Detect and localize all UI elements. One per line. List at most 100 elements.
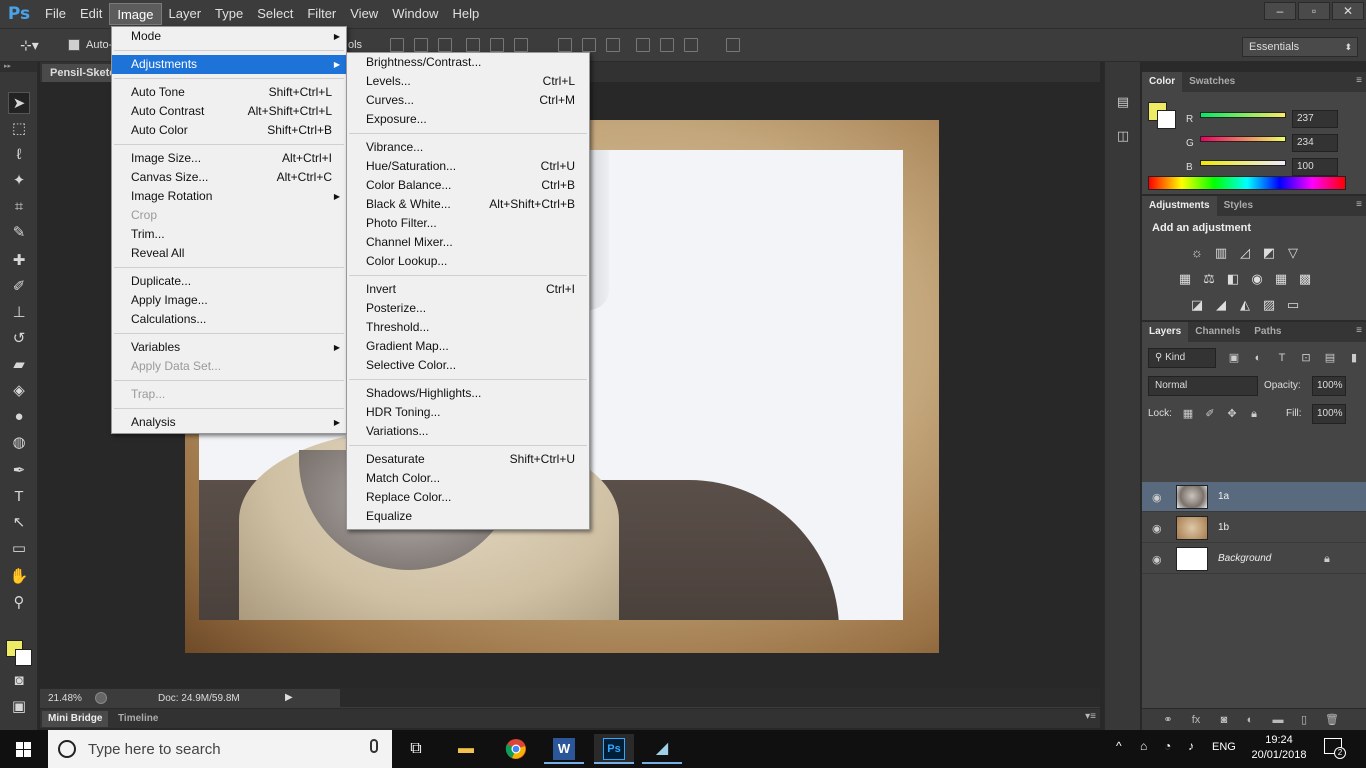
eyedropper-icon[interactable]: ✎ <box>8 222 30 244</box>
history-brush-icon[interactable]: ↺ <box>8 328 30 350</box>
menu-item-hue-saturation[interactable]: Hue/Saturation... Ctrl+U <box>347 157 589 176</box>
horizontal-scrollbar[interactable] <box>340 689 1100 707</box>
layer-row[interactable]: ◉ 1a <box>1142 482 1366 512</box>
auto-align-icon[interactable] <box>726 38 740 52</box>
lock-transparency-icon[interactable]: ▦ <box>1180 406 1196 422</box>
auto-select-checkbox[interactable] <box>68 39 80 51</box>
smart-object-filter-icon[interactable]: ▤ <box>1322 350 1338 366</box>
align-bottom-icon[interactable] <box>438 38 452 52</box>
dodge-tool-icon[interactable]: ◍ <box>8 432 30 454</box>
layer-row[interactable]: ◉ 1b <box>1142 513 1366 543</box>
lock-all-icon[interactable]: 🔒︎ <box>1246 406 1262 422</box>
menu-help[interactable]: Help <box>445 3 486 25</box>
clock[interactable]: 19:24 20/01/2018 <box>1248 733 1310 763</box>
new-layer-icon[interactable]: ▯ <box>1296 712 1312 728</box>
menu-item-posterize[interactable]: Posterize... <box>347 299 589 318</box>
menu-type[interactable]: Type <box>208 3 250 25</box>
marquee-tool-icon[interactable]: ⬚ <box>8 118 30 140</box>
menu-item-curves[interactable]: Curves... Ctrl+M <box>347 91 589 110</box>
rectangle-tool-icon[interactable]: ▭ <box>8 538 30 560</box>
distribute-bottom-icon[interactable] <box>606 38 620 52</box>
menu-item-mode[interactable]: Mode ▶ <box>112 27 346 46</box>
levels-adjustment-icon[interactable]: ▥ <box>1212 244 1230 262</box>
word-icon[interactable]: W <box>544 734 584 764</box>
crop-tool-icon[interactable]: ⌗ <box>8 196 30 218</box>
menu-item-color-balance[interactable]: Color Balance... Ctrl+B <box>347 176 589 195</box>
align-top-icon[interactable] <box>390 38 404 52</box>
type-filter-icon[interactable]: T <box>1274 350 1290 366</box>
taskbar-search-box[interactable]: Type here to search <box>48 730 392 768</box>
vibrance-adjustment-icon[interactable]: ▽ <box>1284 244 1302 262</box>
green-value-input[interactable]: 234 <box>1292 134 1338 152</box>
tab-layers[interactable]: Layers <box>1142 322 1189 342</box>
exposure-adjustment-icon[interactable]: ◩ <box>1260 244 1278 262</box>
language-indicator[interactable]: ENG <box>1212 741 1236 753</box>
zoom-tool-icon[interactable]: ⚲ <box>8 592 30 614</box>
file-explorer-icon[interactable]: ▬ <box>446 734 486 764</box>
volume-icon[interactable]: ♪ <box>1188 739 1194 753</box>
task-view-icon[interactable]: ⧉ <box>396 734 436 764</box>
add-mask-icon[interactable]: ◙ <box>1216 712 1232 728</box>
menu-item-trim[interactable]: Trim... <box>112 225 346 244</box>
panel-menu-icon[interactable]: ≡ <box>1356 199 1362 210</box>
menu-item-variations[interactable]: Variations... <box>347 422 589 441</box>
visibility-eye-icon[interactable]: ◉ <box>1152 491 1162 504</box>
red-value-input[interactable]: 237 <box>1292 110 1338 128</box>
clone-stamp-icon[interactable]: ⊥ <box>8 302 30 324</box>
menu-item-color-lookup[interactable]: Color Lookup... <box>347 252 589 271</box>
menu-filter[interactable]: Filter <box>300 3 343 25</box>
filter-toggle-icon[interactable]: ▮ <box>1346 350 1362 366</box>
menu-select[interactable]: Select <box>250 3 300 25</box>
network-icon[interactable]: ⌂ <box>1140 739 1147 753</box>
blue-slider[interactable] <box>1200 160 1286 166</box>
history-panel-icon[interactable]: ▤ <box>1113 92 1133 112</box>
brush-tool-icon[interactable]: ✐ <box>8 276 30 298</box>
lock-pixels-icon[interactable]: ✐ <box>1202 406 1218 422</box>
menu-item-shadows-highlights[interactable]: Shadows/Highlights... <box>347 384 589 403</box>
menu-item-image-size[interactable]: Image Size... Alt+Ctrl+I <box>112 149 346 168</box>
menu-item-auto-contrast[interactable]: Auto Contrast Alt+Shift+Ctrl+L <box>112 102 346 121</box>
menu-item-levels[interactable]: Levels... Ctrl+L <box>347 72 589 91</box>
delete-layer-icon[interactable]: 🗑︎ <box>1324 712 1340 728</box>
menu-item-analysis[interactable]: Analysis ▶ <box>112 413 346 432</box>
pen-tool-icon[interactable]: ✒ <box>8 460 30 482</box>
menu-item-apply-image[interactable]: Apply Image... <box>112 291 346 310</box>
menu-edit[interactable]: Edit <box>73 3 109 25</box>
tools-panel-header[interactable]: ▸▸ <box>0 62 37 72</box>
app-taskbar-icon[interactable]: ◢ <box>642 734 682 764</box>
lasso-tool-icon[interactable]: ℓ <box>8 144 30 166</box>
path-selection-icon[interactable]: ↖ <box>8 512 30 534</box>
color-balance-adjustment-icon[interactable]: ⚖ <box>1200 270 1218 288</box>
menu-item-black-white[interactable]: Black & White... Alt+Shift+Ctrl+B <box>347 195 589 214</box>
move-tool-icon[interactable]: ➤ <box>8 92 30 114</box>
new-adjustment-layer-icon[interactable]: ◐ <box>1242 712 1258 728</box>
tab-swatches[interactable]: Swatches <box>1182 72 1242 92</box>
distribute-hcenter-icon[interactable] <box>660 38 674 52</box>
color-lookup-adjustment-icon[interactable]: ▩ <box>1296 270 1314 288</box>
menu-item-hdr-toning[interactable]: HDR Toning... <box>347 403 589 422</box>
panel-menu-icon[interactable]: ≡ <box>1356 75 1362 86</box>
tab-styles[interactable]: Styles <box>1217 196 1260 216</box>
blue-value-input[interactable]: 100 <box>1292 158 1338 176</box>
tray-overflow-icon[interactable]: ^ <box>1116 739 1122 753</box>
blur-tool-icon[interactable]: ● <box>8 406 30 428</box>
tab-adjustments[interactable]: Adjustments <box>1142 196 1217 216</box>
workspace-switcher[interactable]: Essentials ⬍ <box>1242 37 1358 57</box>
hue-saturation-adjustment-icon[interactable]: ▦ <box>1176 270 1194 288</box>
align-vcenter-icon[interactable] <box>414 38 428 52</box>
opacity-input[interactable]: 100% <box>1312 376 1346 396</box>
menu-item-gradient-map[interactable]: Gradient Map... <box>347 337 589 356</box>
menu-item-replace-color[interactable]: Replace Color... <box>347 488 589 507</box>
start-button[interactable] <box>0 730 48 768</box>
menu-item-selective-color[interactable]: Selective Color... <box>347 356 589 375</box>
photo-filter-adjustment-icon[interactable]: ◉ <box>1248 270 1266 288</box>
gradient-map-adjustment-icon[interactable]: ▭ <box>1284 296 1302 314</box>
move-tool-preset-icon[interactable]: ⊹▾ <box>20 37 39 54</box>
channel-mixer-adjustment-icon[interactable]: ▦ <box>1272 270 1290 288</box>
curves-adjustment-icon[interactable]: ◿ <box>1236 244 1254 262</box>
pixel-filter-icon[interactable]: ▣ <box>1226 350 1242 366</box>
menu-window[interactable]: Window <box>385 3 445 25</box>
menu-item-reveal-all[interactable]: Reveal All <box>112 244 346 263</box>
minimize-button[interactable]: – <box>1264 2 1296 20</box>
menu-item-desaturate[interactable]: Desaturate Shift+Ctrl+U <box>347 450 589 469</box>
